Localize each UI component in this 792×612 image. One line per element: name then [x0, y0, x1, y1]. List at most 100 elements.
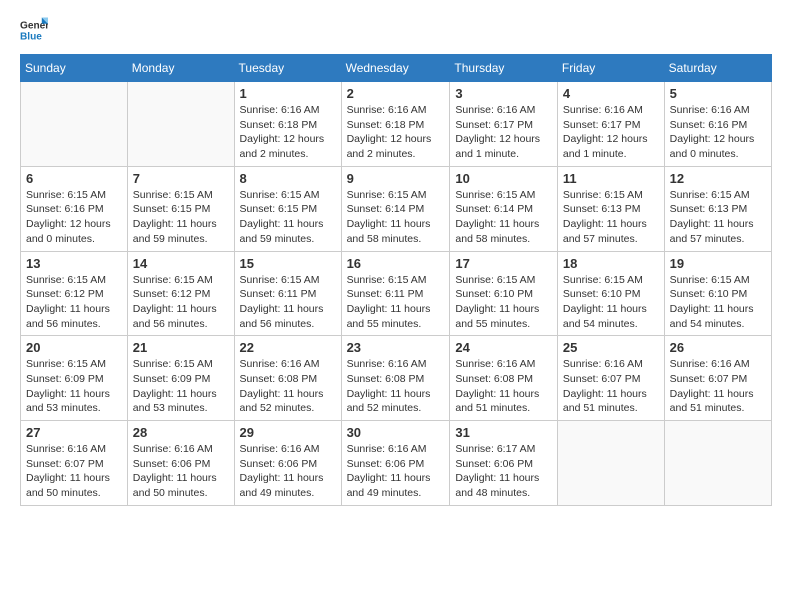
calendar-cell: 16Sunrise: 6:15 AMSunset: 6:11 PMDayligh… — [341, 251, 450, 336]
day-number: 26 — [670, 340, 766, 355]
day-info: Sunrise: 6:16 AMSunset: 6:16 PMDaylight:… — [670, 103, 766, 162]
day-number: 20 — [26, 340, 122, 355]
calendar-cell: 14 Sunrise: 6:15 AMSunset: 6:12 PMDayligh… — [127, 251, 234, 336]
day-number: 18 — [563, 256, 659, 271]
day-info: Sunrise: 6:15 AMSunset: 6:14 PMDaylight:… — [347, 188, 445, 247]
day-number: 23 — [347, 340, 445, 355]
day-info: Sunrise: 6:15 AMSunset: 6:12 PMDaylight:… — [26, 273, 122, 332]
day-number: 28 — [133, 425, 229, 440]
day-info: Sunrise: 6:15 AMSunset: 6:13 PMDaylight:… — [563, 188, 659, 247]
logo: General Blue — [20, 16, 48, 44]
weekday-header-row: SundayMondayTuesdayWednesdayThursdayFrid… — [21, 55, 772, 82]
day-info: Sunrise: 6:16 AMSunset: 6:07 PMDaylight:… — [563, 357, 659, 416]
calendar-cell: 25 Sunrise: 6:16 AMSunset: 6:07 PMDayligh… — [557, 336, 664, 421]
day-info: Sunrise: 6:16 AMSunset: 6:06 PMDaylight:… — [347, 442, 445, 501]
day-number: 12 — [670, 171, 766, 186]
day-info: Sunrise: 6:15 AMSunset: 6:13 PMDaylight:… — [670, 188, 766, 247]
day-number: 29 — [240, 425, 336, 440]
day-number: 14 — [133, 256, 229, 271]
day-number: 13 — [26, 256, 122, 271]
day-info: Sunrise: 6:16 AMSunset: 6:08 PMDaylight:… — [240, 357, 336, 416]
calendar-cell: 24 Sunrise: 6:16 AMSunset: 6:08 PMDayligh… — [450, 336, 558, 421]
day-info: Sunrise: 6:16 AMSunset: 6:08 PMDaylight:… — [347, 357, 445, 416]
day-info: Sunrise: 6:16 AMSunset: 6:06 PMDaylight:… — [133, 442, 229, 501]
week-row-4: 20Sunrise: 6:15 AMSunset: 6:09 PMDayligh… — [21, 336, 772, 421]
day-info: Sunrise: 6:15 AMSunset: 6:16 PMDaylight:… — [26, 188, 122, 247]
page: General Blue SundayMondayTuesdayWednesda… — [0, 0, 792, 612]
calendar-cell: 8Sunrise: 6:15 AMSunset: 6:15 PMDaylight… — [234, 166, 341, 251]
day-number: 2 — [347, 86, 445, 101]
header: General Blue — [20, 16, 772, 44]
weekday-header-monday: Monday — [127, 55, 234, 82]
calendar-cell: 22 Sunrise: 6:16 AMSunset: 6:08 PMDayligh… — [234, 336, 341, 421]
day-number: 22 — [240, 340, 336, 355]
calendar-cell: 21Sunrise: 6:15 AMSunset: 6:09 PMDayligh… — [127, 336, 234, 421]
calendar-cell — [664, 421, 771, 506]
calendar-cell: 13 Sunrise: 6:15 AMSunset: 6:12 PMDayligh… — [21, 251, 128, 336]
calendar-cell — [557, 421, 664, 506]
calendar-cell: 18 Sunrise: 6:15 AMSunset: 6:10 PMDayligh… — [557, 251, 664, 336]
weekday-header-thursday: Thursday — [450, 55, 558, 82]
calendar-table: SundayMondayTuesdayWednesdayThursdayFrid… — [20, 54, 772, 506]
day-info: Sunrise: 6:15 AMSunset: 6:10 PMDaylight:… — [455, 273, 552, 332]
calendar-cell: 31Sunrise: 6:17 AMSunset: 6:06 PMDayligh… — [450, 421, 558, 506]
calendar-cell: 10Sunrise: 6:15 AMSunset: 6:14 PMDayligh… — [450, 166, 558, 251]
day-info: Sunrise: 6:15 AMSunset: 6:10 PMDaylight:… — [563, 273, 659, 332]
day-info: Sunrise: 6:15 AMSunset: 6:10 PMDaylight:… — [670, 273, 766, 332]
day-number: 5 — [670, 86, 766, 101]
calendar-cell: 26 Sunrise: 6:16 AMSunset: 6:07 PMDayligh… — [664, 336, 771, 421]
day-info: Sunrise: 6:16 AMSunset: 6:17 PMDaylight:… — [455, 103, 552, 162]
day-info: Sunrise: 6:15 AMSunset: 6:11 PMDaylight:… — [347, 273, 445, 332]
day-number: 1 — [240, 86, 336, 101]
day-number: 6 — [26, 171, 122, 186]
calendar-cell: 12 Sunrise: 6:15 AMSunset: 6:13 PMDayligh… — [664, 166, 771, 251]
day-number: 9 — [347, 171, 445, 186]
calendar-cell — [127, 82, 234, 167]
weekday-header-wednesday: Wednesday — [341, 55, 450, 82]
calendar-cell: 23 Sunrise: 6:16 AMSunset: 6:08 PMDayligh… — [341, 336, 450, 421]
calendar-cell: 11Sunrise: 6:15 AMSunset: 6:13 PMDayligh… — [557, 166, 664, 251]
day-number: 30 — [347, 425, 445, 440]
day-number: 25 — [563, 340, 659, 355]
week-row-3: 13 Sunrise: 6:15 AMSunset: 6:12 PMDayligh… — [21, 251, 772, 336]
day-number: 4 — [563, 86, 659, 101]
calendar-cell: 3 Sunrise: 6:16 AMSunset: 6:17 PMDaylight… — [450, 82, 558, 167]
calendar-cell: 17 Sunrise: 6:15 AMSunset: 6:10 PMDayligh… — [450, 251, 558, 336]
day-number: 10 — [455, 171, 552, 186]
calendar-cell: 30 Sunrise: 6:16 AMSunset: 6:06 PMDayligh… — [341, 421, 450, 506]
day-info: Sunrise: 6:16 AMSunset: 6:07 PMDaylight:… — [670, 357, 766, 416]
day-info: Sunrise: 6:15 AMSunset: 6:15 PMDaylight:… — [240, 188, 336, 247]
week-row-2: 6 Sunrise: 6:15 AMSunset: 6:16 PMDaylight… — [21, 166, 772, 251]
week-row-5: 27Sunrise: 6:16 AMSunset: 6:07 PMDayligh… — [21, 421, 772, 506]
calendar-cell: 9 Sunrise: 6:15 AMSunset: 6:14 PMDaylight… — [341, 166, 450, 251]
day-number: 3 — [455, 86, 552, 101]
day-number: 17 — [455, 256, 552, 271]
day-number: 24 — [455, 340, 552, 355]
day-number: 21 — [133, 340, 229, 355]
day-info: Sunrise: 6:16 AMSunset: 6:18 PMDaylight:… — [347, 103, 445, 162]
calendar-cell — [21, 82, 128, 167]
day-info: Sunrise: 6:15 AMSunset: 6:11 PMDaylight:… — [240, 273, 336, 332]
weekday-header-friday: Friday — [557, 55, 664, 82]
day-number: 7 — [133, 171, 229, 186]
calendar-cell: 2 Sunrise: 6:16 AMSunset: 6:18 PMDaylight… — [341, 82, 450, 167]
calendar-cell: 20Sunrise: 6:15 AMSunset: 6:09 PMDayligh… — [21, 336, 128, 421]
day-number: 19 — [670, 256, 766, 271]
day-info: Sunrise: 6:16 AMSunset: 6:08 PMDaylight:… — [455, 357, 552, 416]
calendar-cell: 5 Sunrise: 6:16 AMSunset: 6:16 PMDaylight… — [664, 82, 771, 167]
calendar-cell: 15Sunrise: 6:15 AMSunset: 6:11 PMDayligh… — [234, 251, 341, 336]
day-info: Sunrise: 6:16 AMSunset: 6:17 PMDaylight:… — [563, 103, 659, 162]
calendar-cell: 28 Sunrise: 6:16 AMSunset: 6:06 PMDayligh… — [127, 421, 234, 506]
day-info: Sunrise: 6:15 AMSunset: 6:12 PMDaylight:… — [133, 273, 229, 332]
day-info: Sunrise: 6:16 AMSunset: 6:18 PMDaylight:… — [240, 103, 336, 162]
svg-text:Blue: Blue — [20, 31, 42, 42]
calendar-cell: 19 Sunrise: 6:15 AMSunset: 6:10 PMDayligh… — [664, 251, 771, 336]
day-number: 27 — [26, 425, 122, 440]
calendar-cell: 1 Sunrise: 6:16 AMSunset: 6:18 PMDaylight… — [234, 82, 341, 167]
weekday-header-saturday: Saturday — [664, 55, 771, 82]
calendar-cell: 27Sunrise: 6:16 AMSunset: 6:07 PMDayligh… — [21, 421, 128, 506]
day-number: 31 — [455, 425, 552, 440]
logo-icon: General Blue — [20, 16, 48, 44]
calendar-cell: 7Sunrise: 6:15 AMSunset: 6:15 PMDaylight… — [127, 166, 234, 251]
calendar-cell: 4 Sunrise: 6:16 AMSunset: 6:17 PMDaylight… — [557, 82, 664, 167]
